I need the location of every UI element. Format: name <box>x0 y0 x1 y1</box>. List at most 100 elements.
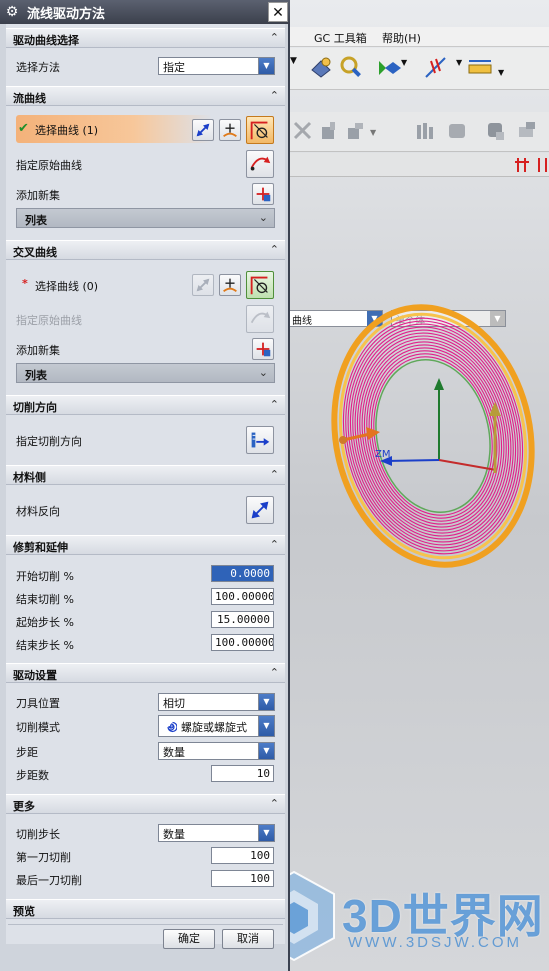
start-step-input[interactable]: 15.00000 <box>211 611 274 628</box>
material-reverse-button[interactable] <box>246 496 274 524</box>
section-flow-curve-header[interactable]: 流曲线 ⌃ <box>6 86 285 106</box>
snap-midpoint-icon[interactable] <box>536 156 549 174</box>
section-material-side-header[interactable]: 材料侧 ⌃ <box>6 465 285 485</box>
delete-icon[interactable] <box>290 118 316 144</box>
toolbar-dropdown-icon[interactable]: ▼ <box>456 58 464 84</box>
section-cross-curve-header[interactable]: 交叉曲线 ⌃ <box>6 240 285 260</box>
chevron-up-icon[interactable]: ⌃ <box>270 243 279 256</box>
toolbar-dropdown-icon[interactable]: ▼ <box>401 58 409 84</box>
section-more-header[interactable]: 更多 ⌃ <box>6 794 285 814</box>
close-button[interactable]: ✕ <box>268 2 288 22</box>
reverse-direction-button[interactable] <box>192 119 214 141</box>
flow-original-curve-label: 指定原始曲线 <box>16 159 82 172</box>
section-trim-extend-header[interactable]: 修剪和延伸 ⌃ <box>6 535 285 555</box>
measure-icon[interactable] <box>338 54 364 80</box>
menu-gc-toolbox[interactable]: GC 工具箱 <box>314 30 367 46</box>
select-curve-button[interactable] <box>246 116 274 144</box>
section-title: 流曲线 <box>13 92 46 105</box>
toolbar-dropdown-icon[interactable]: ▼ <box>498 68 506 94</box>
flow-list-bar[interactable]: 列表 ⌄ <box>16 208 275 228</box>
cross-add-set-button[interactable] <box>252 338 274 360</box>
original-curve-icon <box>250 311 271 324</box>
operation-geometry-icon[interactable] <box>343 118 369 144</box>
main-toolbar: ▼ ▼ ▼ ▼ <box>288 48 549 90</box>
flow-select-curve-label: 选择曲线 (1) <box>35 124 99 137</box>
stepover-count-input[interactable]: 10 <box>211 765 274 782</box>
cut-pattern-value: 螺旋或螺旋式 <box>181 721 247 734</box>
verify-icon[interactable] <box>445 118 471 144</box>
specify-cut-direction-button[interactable] <box>246 426 274 454</box>
csys-triad <box>339 378 501 473</box>
chevron-up-icon[interactable]: ⌃ <box>270 398 279 411</box>
toolpath-list-icon[interactable] <box>414 118 440 144</box>
section-preview-header[interactable]: 预览 <box>6 899 285 919</box>
section-title: 驱动曲线选择 <box>13 34 79 47</box>
flow-add-set-button[interactable] <box>252 183 274 205</box>
chevron-up-icon[interactable]: ⌃ <box>270 89 279 102</box>
end-cut-label: 结束切削 % <box>16 593 74 606</box>
end-step-input[interactable]: 100.00000 <box>211 634 274 651</box>
reverse-direction-icon <box>196 278 210 292</box>
select-method-dropdown[interactable]: 指定 ▼ <box>158 57 275 75</box>
stepover-dropdown[interactable]: 数量 ▼ <box>158 742 275 760</box>
select-method-label: 选择方法 <box>16 61 60 74</box>
toolbar-dropdown-icon[interactable]: ▼ <box>370 128 378 154</box>
cut-step-dropdown[interactable]: 数量 ▼ <box>158 824 275 842</box>
section-title: 交叉曲线 <box>13 246 57 259</box>
last-cut-label: 最后一刀切削 <box>16 874 82 887</box>
section-title: 切削方向 <box>13 401 57 414</box>
dialog-title: 流线驱动方法 <box>27 7 106 22</box>
cross-reverse-direction-button[interactable] <box>192 274 214 296</box>
cross-original-curve-label: 指定原始曲线 <box>16 314 82 327</box>
postprocess-icon[interactable] <box>514 118 540 144</box>
cross-list-bar[interactable]: 列表 ⌄ <box>16 363 275 383</box>
flow-add-set-label: 添加新集 <box>16 189 60 202</box>
start-cut-input[interactable]: 0.0000 <box>211 565 274 582</box>
chevron-up-icon[interactable]: ⌃ <box>270 31 279 44</box>
point-dialog-button[interactable] <box>219 119 241 141</box>
section-title: 材料侧 <box>13 471 46 484</box>
cross-point-dialog-button[interactable] <box>219 274 241 296</box>
graphics-viewport[interactable]: ZM <box>288 178 549 971</box>
cut-direction-label: 指定切削方向 <box>16 435 82 448</box>
ok-button[interactable]: 确定 <box>163 929 215 949</box>
csys-zm-label: ZM <box>375 449 390 460</box>
tool-position-dropdown[interactable]: 相切 ▼ <box>158 693 275 711</box>
view-orient-icon[interactable] <box>376 56 402 82</box>
grid-snap-icon[interactable] <box>423 55 449 81</box>
chevron-up-icon[interactable]: ⌃ <box>270 538 279 551</box>
cross-select-curve-label: 选择曲线 (0) <box>35 280 99 293</box>
flow-original-curve-button[interactable] <box>246 150 274 178</box>
tool-position-value: 相切 <box>163 697 185 710</box>
snap-point-icon[interactable] <box>308 55 334 81</box>
toolbar-dropdown-icon[interactable]: ▼ <box>290 56 300 82</box>
cross-select-curve-button[interactable] <box>246 271 274 299</box>
stepover-count-label: 步距数 <box>16 769 49 782</box>
chevron-up-icon[interactable]: ⌃ <box>270 666 279 679</box>
chevron-up-icon[interactable]: ⌃ <box>270 468 279 481</box>
reverse-direction-icon <box>196 123 210 137</box>
chevron-down-icon[interactable]: ⌄ <box>259 211 268 224</box>
chevron-up-icon[interactable]: ⌃ <box>270 797 279 810</box>
first-cut-input[interactable]: 100 <box>211 847 274 864</box>
chevron-down-icon[interactable]: ⌄ <box>259 366 268 379</box>
dialog-titlebar: ⚙ 流线驱动方法 ✕ <box>0 0 290 24</box>
section-cut-direction-header[interactable]: 切削方向 ⌃ <box>6 395 285 415</box>
menu-help[interactable]: 帮助(H) <box>382 30 421 46</box>
section-drive-curve-header[interactable]: 驱动曲线选择 ⌃ <box>6 28 285 48</box>
section-title: 更多 <box>13 800 35 813</box>
section-drive-settings-header[interactable]: 驱动设置 ⌃ <box>6 663 285 683</box>
end-cut-input[interactable]: 100.00000 <box>211 588 274 605</box>
snap-endpoint-icon[interactable] <box>514 156 532 174</box>
gear-icon[interactable]: ⚙ <box>4 4 20 20</box>
start-cut-label: 开始切削 % <box>16 570 74 583</box>
add-set-icon <box>256 187 271 202</box>
last-cut-input[interactable]: 100 <box>211 870 274 887</box>
operation-tool-icon[interactable] <box>316 118 342 144</box>
required-asterisk: * <box>22 277 28 290</box>
material-reverse-label: 材料反向 <box>16 505 60 518</box>
ruler-icon[interactable] <box>467 55 493 81</box>
simulate-icon[interactable] <box>484 118 510 144</box>
cut-pattern-dropdown[interactable]: 螺旋或螺旋式 ▼ <box>158 715 275 737</box>
cancel-button[interactable]: 取消 <box>222 929 274 949</box>
